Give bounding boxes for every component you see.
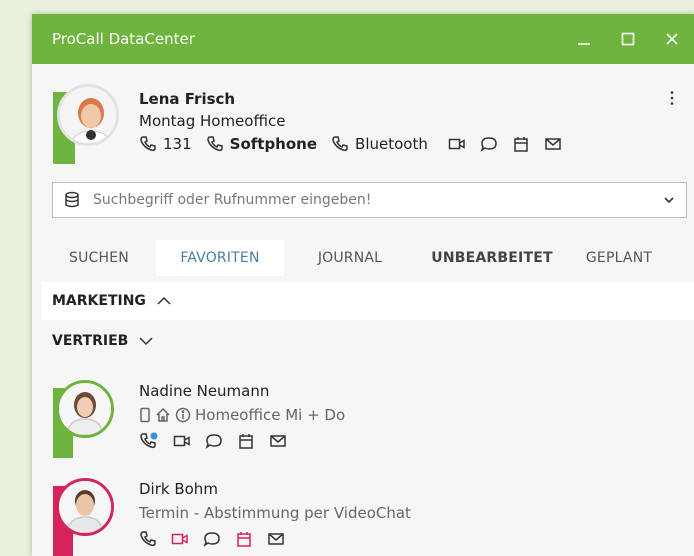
phone-icon bbox=[206, 136, 223, 152]
calendar-icon[interactable] bbox=[237, 432, 255, 450]
database-icon bbox=[65, 191, 79, 208]
list-item[interactable]: Dirk Bohm Termin - Abstimmung per VideoC… bbox=[53, 478, 673, 556]
mail-button[interactable] bbox=[544, 135, 562, 153]
contact-actions bbox=[139, 432, 287, 450]
mail-icon bbox=[545, 138, 561, 150]
phone-number: 131 bbox=[163, 135, 192, 153]
home-icon bbox=[156, 407, 170, 422]
phone-icon[interactable] bbox=[139, 530, 157, 548]
video-icon[interactable] bbox=[171, 530, 189, 548]
profile-status[interactable]: Montag Homeoffice bbox=[139, 112, 285, 130]
contact-status: Homeoffice Mi + Do bbox=[139, 406, 345, 424]
video-button[interactable] bbox=[448, 135, 466, 153]
tab-journal[interactable]: JOURNAL bbox=[284, 240, 416, 276]
bluetooth-line[interactable]: Bluetooth bbox=[331, 135, 428, 153]
contact-status: Termin - Abstimmung per VideoChat bbox=[139, 504, 411, 522]
avatar-image bbox=[57, 84, 119, 146]
mobile-icon bbox=[140, 407, 150, 423]
chat-icon[interactable] bbox=[205, 432, 223, 450]
group-vertrieb[interactable]: VERTRIEB bbox=[42, 322, 694, 360]
video-icon bbox=[448, 138, 465, 150]
mail-icon[interactable] bbox=[267, 530, 285, 548]
profile-name: Lena Frisch bbox=[139, 90, 236, 108]
contact-status-text: Termin - Abstimmung per VideoChat bbox=[139, 504, 411, 522]
group-label: VERTRIEB bbox=[52, 333, 129, 349]
minimize-icon bbox=[578, 43, 590, 45]
close-button[interactable] bbox=[650, 14, 694, 64]
avatar-image bbox=[56, 478, 114, 536]
person-portrait-icon bbox=[60, 87, 116, 143]
phone-icon bbox=[140, 136, 156, 152]
tab-geplant[interactable]: GEPLANT bbox=[568, 240, 670, 276]
avatar-image bbox=[56, 380, 114, 438]
phone-line[interactable]: 131 bbox=[139, 135, 192, 153]
avatar[interactable] bbox=[53, 380, 114, 458]
video-icon[interactable] bbox=[173, 432, 191, 450]
group-label: MARKETING bbox=[52, 293, 146, 309]
device-secondary: Bluetooth bbox=[355, 135, 428, 153]
more-vertical-icon bbox=[670, 91, 674, 105]
search-placeholder: Suchbegriff oder Rufnummer eingeben! bbox=[93, 192, 372, 208]
chevron-down-icon bbox=[139, 337, 153, 346]
contact-status-text: Homeoffice Mi + Do bbox=[195, 406, 346, 424]
tab-unbearbeitet[interactable]: UNBEARBEITET bbox=[416, 240, 568, 276]
profile-lines: 131 Softphone Bluetooth bbox=[139, 135, 576, 153]
avatar[interactable] bbox=[53, 478, 114, 556]
tab-bar: SUCHEN FAVORITEN JOURNAL UNBEARBEITET GE… bbox=[42, 240, 694, 276]
phone-icon bbox=[332, 136, 348, 152]
contact-name: Nadine Neumann bbox=[139, 382, 270, 400]
maximize-button[interactable] bbox=[606, 14, 650, 64]
contact-actions bbox=[139, 530, 285, 548]
device-primary: Softphone bbox=[229, 135, 318, 153]
person-portrait-icon bbox=[59, 383, 111, 435]
title-bar: ProCall DataCenter bbox=[32, 14, 694, 64]
window-title: ProCall DataCenter bbox=[52, 30, 195, 48]
mail-icon[interactable] bbox=[269, 432, 287, 450]
avatar[interactable] bbox=[53, 84, 119, 164]
app-window: ProCall DataCenter Lena Frisch Montag Ho… bbox=[32, 14, 694, 556]
close-icon bbox=[666, 33, 678, 45]
chat-icon bbox=[480, 137, 497, 152]
own-profile: Lena Frisch Montag Homeoffice 131 Softph… bbox=[32, 64, 694, 172]
chevron-up-icon bbox=[157, 296, 171, 305]
calendar-button[interactable] bbox=[512, 135, 530, 153]
minimize-button[interactable] bbox=[562, 14, 606, 64]
contact-name: Dirk Bohm bbox=[139, 480, 218, 498]
calendar-icon bbox=[514, 137, 528, 152]
tab-suchen[interactable]: SUCHEN bbox=[42, 240, 156, 276]
tab-favoriten[interactable]: FAVORITEN bbox=[156, 240, 284, 276]
chevron-down-icon[interactable] bbox=[662, 193, 676, 207]
person-portrait-icon bbox=[59, 481, 111, 533]
calendar-icon[interactable] bbox=[235, 530, 253, 548]
maximize-icon bbox=[621, 32, 635, 46]
chat-button[interactable] bbox=[480, 135, 498, 153]
more-menu-button[interactable] bbox=[660, 86, 684, 110]
info-icon bbox=[175, 407, 191, 423]
softphone-line[interactable]: Softphone bbox=[206, 135, 317, 153]
search-input[interactable]: Suchbegriff oder Rufnummer eingeben! bbox=[52, 182, 687, 218]
chat-icon[interactable] bbox=[203, 530, 221, 548]
group-marketing[interactable]: MARKETING bbox=[42, 282, 694, 320]
phone-forward-icon[interactable] bbox=[139, 432, 159, 450]
list-item[interactable]: Nadine Neumann Homeoffice Mi + Do bbox=[53, 380, 673, 468]
